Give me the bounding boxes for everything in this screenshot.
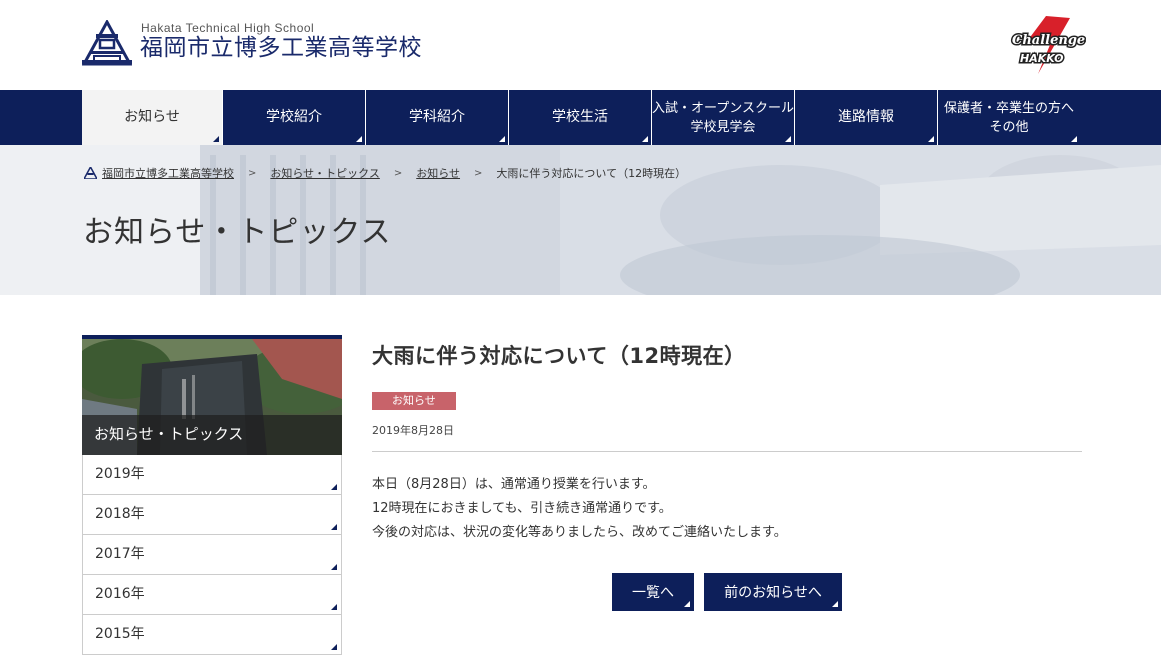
nav-item-school-intro[interactable]: 学校紹介 [223, 90, 366, 145]
article-paragraph: 今後の対応は、状況の変化等ありましたら、改めてご連絡いたします。 [372, 525, 787, 540]
challenge-hakko-logo-icon[interactable]: Challenge HAKKO [1008, 16, 1086, 74]
nav-item-label: 学校生活 [552, 109, 608, 125]
corner-arrow-icon [928, 136, 934, 142]
sidebar-year-label: 2018年 [95, 506, 145, 522]
corner-arrow-icon [331, 484, 337, 490]
sidebar-year-label: 2015年 [95, 626, 145, 642]
nav-item-label-line2: その他 [989, 119, 1029, 135]
nav-item-label-line1: 保護者・卒業生の方へ [943, 100, 1074, 116]
previous-post-button[interactable]: 前のお知らせへ [704, 573, 842, 611]
sidebar-year-2018[interactable]: 2018年 [82, 495, 342, 535]
corner-arrow-icon [213, 136, 219, 142]
page-title: お知らせ・トピックス [83, 215, 392, 250]
corner-arrow-icon [331, 524, 337, 530]
article-title: 大雨に伴う対応について（12時現在） [372, 344, 746, 368]
breadcrumb-separator: > [248, 167, 257, 179]
sidebar: お知らせ・トピックス 2019年 2018年 2017年 2016年 2015年 [82, 335, 342, 655]
button-label: 前のお知らせへ [724, 585, 822, 601]
nav-item-label: 入試・オープンスクール 学校見学会 [652, 99, 794, 137]
sidebar-year-label: 2017年 [95, 546, 145, 562]
corner-arrow-icon [1071, 136, 1077, 142]
corner-arrow-icon [684, 601, 690, 607]
breadcrumb-topics-link[interactable]: お知らせ・トピックス [270, 165, 379, 181]
school-crest-icon [84, 167, 97, 179]
article-paragraph: 12時現在におきましても、引き続き通常通りです。 [372, 501, 672, 516]
back-to-list-button[interactable]: 一覧へ [612, 573, 694, 611]
breadcrumb: 福岡市立博多工業高等学校 > お知らせ・トピックス > お知らせ > 大雨に伴う… [84, 165, 686, 181]
page-hero: 福岡市立博多工業高等学校 > お知らせ・トピックス > お知らせ > 大雨に伴う… [0, 145, 1161, 295]
sidebar-header[interactable]: お知らせ・トピックス [82, 335, 342, 455]
school-crest-icon [82, 20, 132, 66]
site-logo[interactable]: Hakata Technical High School 福岡市立博多工業高等学… [82, 20, 422, 66]
breadcrumb-separator: > [474, 167, 483, 179]
article-paragraph: 本日（8月28日）は、通常通り授業を行います。 [372, 477, 656, 492]
category-badge: お知らせ [372, 392, 456, 410]
global-nav: お知らせ 学校紹介 学科紹介 学校生活 入試・オープンスクール 学校見学会 進路… [0, 90, 1161, 145]
nav-item-departments[interactable]: 学科紹介 [366, 90, 509, 145]
article-date: 2019年8月28日 [372, 424, 454, 437]
divider [372, 451, 1082, 452]
school-name-jp: 福岡市立博多工業高等学校 [140, 35, 422, 61]
svg-text:Challenge: Challenge [1012, 33, 1085, 48]
nav-item-school-life[interactable]: 学校生活 [509, 90, 652, 145]
corner-arrow-icon [785, 136, 791, 142]
article-body: 本日（8月28日）は、通常通り授業を行います。 12時現在におきましても、引き続… [372, 473, 1082, 545]
nav-item-news[interactable]: お知らせ [82, 90, 223, 145]
corner-arrow-icon [331, 644, 337, 650]
sidebar-heading: お知らせ・トピックス [82, 415, 342, 455]
breadcrumb-current: 大雨に伴う対応について（12時現在） [496, 167, 687, 180]
school-name-en: Hakata Technical High School [141, 21, 315, 35]
nav-item-label: 進路情報 [838, 109, 894, 125]
corner-arrow-icon [832, 601, 838, 607]
nav-item-career[interactable]: 進路情報 [795, 90, 938, 145]
article: 大雨に伴う対応について（12時現在） お知らせ 2019年8月28日 本日（8月… [372, 340, 1082, 611]
button-label: 一覧へ [632, 585, 674, 601]
sidebar-year-2017[interactable]: 2017年 [82, 535, 342, 575]
nav-item-label: お知らせ [124, 109, 180, 125]
nav-item-label: 学科紹介 [409, 109, 465, 125]
nav-item-guardians[interactable]: 保護者・卒業生の方へ その他 [938, 90, 1080, 145]
site-header: Hakata Technical High School 福岡市立博多工業高等学… [0, 0, 1161, 90]
svg-text:HAKKO: HAKKO [1020, 52, 1063, 65]
nav-item-label-line2: 学校見学会 [690, 119, 756, 135]
corner-arrow-icon [331, 604, 337, 610]
breadcrumb-home-link[interactable]: 福岡市立博多工業高等学校 [102, 165, 234, 181]
article-nav-buttons: 一覧へ 前のお知らせへ [612, 573, 842, 611]
sidebar-year-label: 2019年 [95, 466, 145, 482]
sidebar-year-2015[interactable]: 2015年 [82, 615, 342, 655]
sidebar-year-2016[interactable]: 2016年 [82, 575, 342, 615]
nav-item-admissions[interactable]: 入試・オープンスクール 学校見学会 [652, 90, 795, 145]
sidebar-year-2019[interactable]: 2019年 [82, 455, 342, 495]
nav-item-label: 学校紹介 [266, 109, 322, 125]
sidebar-year-label: 2016年 [95, 586, 145, 602]
corner-arrow-icon [356, 136, 362, 142]
corner-arrow-icon [331, 564, 337, 570]
nav-item-label-line1: 入試・オープンスクール [652, 100, 794, 116]
breadcrumb-separator: > [393, 167, 403, 179]
corner-arrow-icon [642, 136, 648, 142]
corner-arrow-icon [499, 136, 505, 142]
nav-item-label: 保護者・卒業生の方へ その他 [944, 99, 1074, 137]
breadcrumb-news-link[interactable]: お知らせ [416, 165, 460, 181]
